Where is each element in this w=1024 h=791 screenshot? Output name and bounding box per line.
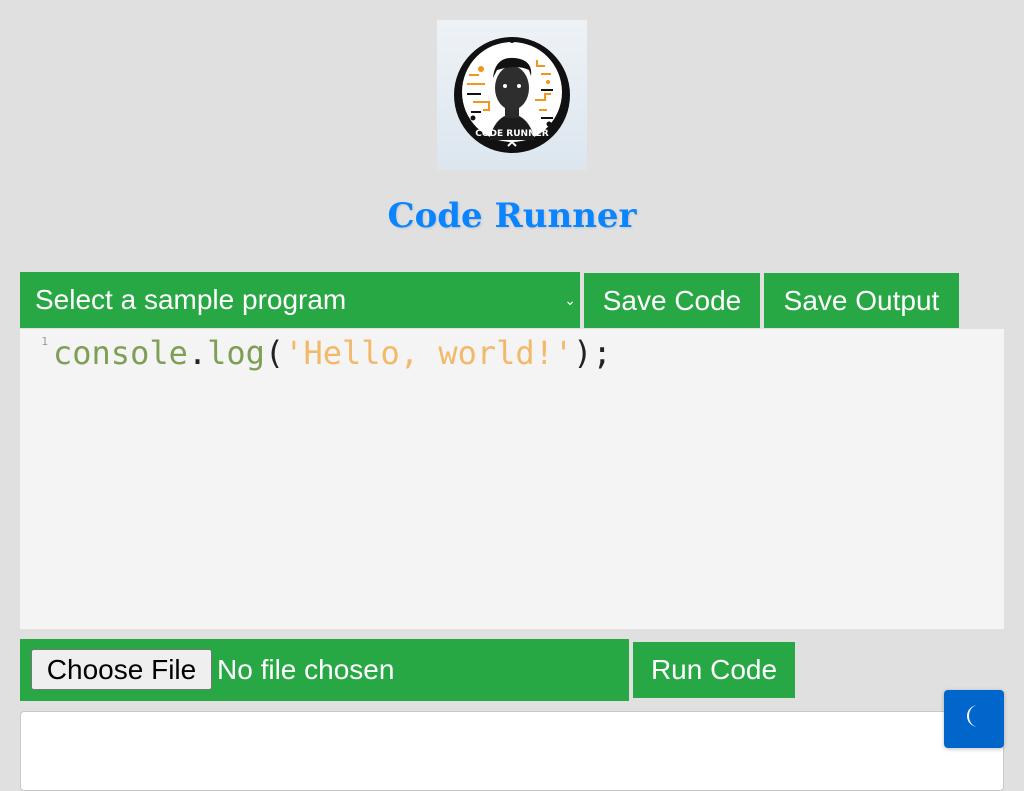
moon-icon <box>967 705 978 727</box>
code-token: ); <box>573 334 612 372</box>
code-token: 'Hello, world!' <box>284 334 574 372</box>
code-token: console <box>53 334 188 372</box>
app-logo: CODE RUNNER <box>437 20 587 170</box>
line-number: 1 <box>41 335 48 348</box>
sample-program-select-value: Select a sample program <box>35 284 347 315</box>
save-output-button[interactable]: Save Output <box>764 273 959 328</box>
file-input[interactable]: Choose File No file chosen <box>20 639 629 701</box>
page-title: Code Runner <box>387 196 637 236</box>
chevron-down-icon: ⌄ <box>564 292 576 308</box>
choose-file-button[interactable]: Choose File <box>31 649 212 690</box>
output-panel <box>20 711 1004 791</box>
line-number-gutter: 1 <box>20 329 48 348</box>
code-line[interactable]: console.log('Hello, world!'); <box>53 334 612 372</box>
code-token: ( <box>264 334 285 372</box>
file-status: No file chosen <box>217 654 395 685</box>
theme-toggle-button[interactable] <box>944 690 1004 748</box>
save-code-button[interactable]: Save Code <box>584 273 760 328</box>
code-token: . <box>187 334 208 372</box>
code-editor[interactable]: 1 console.log('Hello, world!'); <box>20 329 1004 629</box>
run-code-button[interactable]: Run Code <box>633 642 795 698</box>
code-token: log <box>207 334 265 372</box>
svg-text:CODE RUNNER: CODE RUNNER <box>475 129 548 139</box>
code-runner-logo-icon: CODE RUNNER <box>454 37 570 153</box>
sample-program-select[interactable]: Select a sample program ⌄ <box>20 272 580 328</box>
